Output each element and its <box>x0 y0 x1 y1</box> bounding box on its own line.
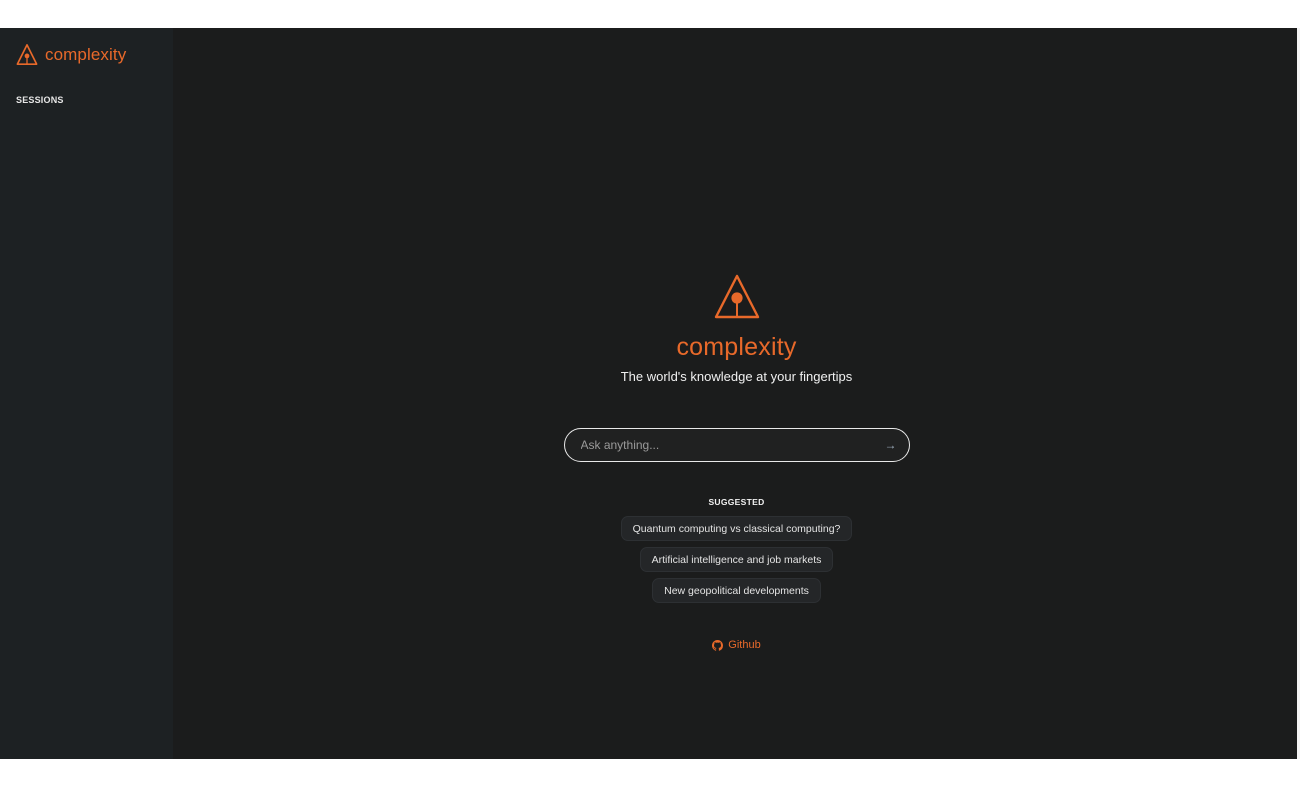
hero-logo-icon <box>714 274 760 320</box>
main-content: complexity The world's knowledge at your… <box>173 28 1300 759</box>
sidebar-brand[interactable]: complexity <box>16 43 157 67</box>
complexity-logo-icon <box>16 43 38 67</box>
arrow-right-icon: → <box>884 438 897 452</box>
sidebar: complexity SESSIONS <box>0 28 173 759</box>
suggestion-chip-geopolitics[interactable]: New geopolitical developments <box>652 578 821 603</box>
suggested-heading: SUGGESTED <box>708 497 765 507</box>
hero-title: complexity <box>676 333 797 361</box>
github-icon <box>712 639 728 651</box>
github-label: Github <box>728 639 761 651</box>
hero-tagline: The world's knowledge at your fingertips <box>620 369 853 384</box>
sessions-heading: SESSIONS <box>16 95 64 105</box>
suggestion-chip-ai-jobs[interactable]: Artificial intelligence and job markets <box>639 547 834 572</box>
search-box: → <box>563 428 910 462</box>
sidebar-brand-name: complexity <box>45 45 127 64</box>
github-link[interactable]: Github <box>712 639 761 651</box>
app-window: complexity SESSIONS complexity The world… <box>0 28 1300 759</box>
submit-button[interactable]: → <box>877 431 905 459</box>
suggestion-list: Quantum computing vs classical computing… <box>620 516 853 609</box>
suggestion-chip-quantum[interactable]: Quantum computing vs classical computing… <box>620 516 853 541</box>
search-input[interactable] <box>564 431 877 459</box>
home-center: complexity The world's knowledge at your… <box>173 274 1300 651</box>
